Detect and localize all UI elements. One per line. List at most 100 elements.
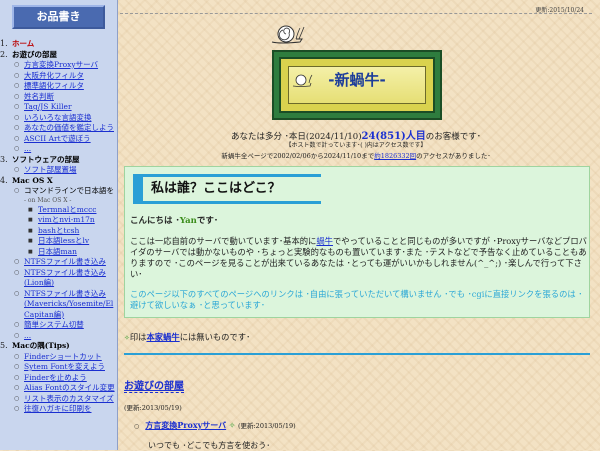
intro-title: 私は誰？ここはどこ？ bbox=[133, 177, 321, 201]
honke-link[interactable]: 本家蝸牛 bbox=[146, 332, 179, 342]
link-policy-note: このページ以下のすべてのページへのリンクは ･自由に張っていただいて構いません … bbox=[130, 289, 583, 310]
greeting: こんにちは ･Yanです･ bbox=[130, 214, 218, 226]
section-updated: (更新:2013/05/19) bbox=[124, 404, 182, 412]
sidebar-item-link[interactable]: NTFSファイル書き込み(Mavericks/Yosemite/El Capit… bbox=[24, 289, 113, 319]
sidebar-item-link[interactable]: Sytem Fontを変えよう bbox=[24, 362, 105, 371]
sidebar-item: Sytem Fontを変えよう bbox=[12, 362, 117, 373]
sidebar-item: NTFSファイル書き込み(Lion編) bbox=[12, 268, 117, 289]
sidebar-item: リスト表示のカスタマイズ bbox=[12, 394, 117, 405]
new-mark-note: ✧印は本家蝸牛には無いものです･ bbox=[124, 331, 250, 343]
sidebar-item: Tag/JS Killer bbox=[12, 102, 117, 113]
sidebar-item-link[interactable]: 標準語化フィルタ bbox=[24, 81, 84, 90]
sidebar-item: NTFSファイル書き込み(Mavericks/Yosemite/El Capit… bbox=[12, 289, 117, 321]
sidebar-item-link[interactable]: いろいろな言語変換 bbox=[24, 113, 92, 122]
section-number: 3. bbox=[0, 154, 8, 164]
sidebar-subitem: 日本語lessとlv bbox=[24, 236, 117, 247]
sidebar-item-note: - on Mac OS X - bbox=[24, 196, 72, 204]
greeting-prefix: こんにちは ･ bbox=[130, 216, 180, 226]
total-suffix: のアクセスがありました･ bbox=[416, 152, 491, 160]
sidebar-item-link[interactable]: 簡単システム切替 bbox=[24, 320, 84, 329]
banner-snail-icon bbox=[292, 70, 314, 96]
sidebar-subitem-link[interactable]: Termnalとmccc bbox=[38, 205, 96, 214]
katatsumuri-link[interactable]: 蝸牛 bbox=[316, 236, 333, 246]
visitor-note: 【ホスト数で計っています･( )内はアクセス数です】 bbox=[285, 142, 427, 149]
sidebar-item-link[interactable]: ASCII Artで遊ぼう bbox=[24, 134, 91, 143]
sidebar-section-link[interactable]: Mac OS X bbox=[12, 176, 53, 185]
main-content: 更新:2015/10/24 -新蝸牛- あなたは多分 ･本日(2024/11/1… bbox=[120, 0, 600, 450]
sidebar-section-link[interactable]: ソフトウェアの部屋 bbox=[12, 155, 80, 164]
sidebar-item: 方言変換Proxyサーバ bbox=[12, 60, 117, 71]
sidebar-item: ... bbox=[12, 331, 117, 342]
sidebar-section: 1. ホーム bbox=[0, 39, 117, 50]
section-title-oasobi[interactable]: お遊びの部屋 bbox=[124, 377, 184, 393]
sidebar-item: 大阪弁化フィルタ bbox=[12, 71, 117, 82]
sidebar-item-link[interactable]: ... bbox=[24, 331, 31, 340]
entry-updated: (更新:2013/05/19) bbox=[237, 422, 296, 430]
banner-title: -新蝸牛- bbox=[288, 66, 426, 104]
sidebar-item: ASCII Artで遊ぼう bbox=[12, 134, 117, 145]
intro-box: 私は誰？ここはどこ？ こんにちは ･Yanです･ ここは一応自前のサーバで動いて… bbox=[124, 166, 590, 318]
sidebar-item: ソフト部屋置場 bbox=[12, 165, 117, 176]
total-count: 約1826332回 bbox=[374, 152, 417, 160]
entry-item: ○ 方言変換Proxyサーバ ✧ (更新:2013/05/19) bbox=[134, 420, 296, 431]
sidebar-item-link[interactable]: Alias Fontのスタイル変更 bbox=[24, 383, 115, 392]
mark-prefix: 印は bbox=[129, 332, 147, 342]
mark-suffix: には無いものです･ bbox=[179, 332, 251, 342]
site-banner: -新蝸牛- bbox=[272, 50, 442, 120]
sidebar-item-link[interactable]: Tag/JS Killer bbox=[24, 102, 72, 111]
sidebar-item-link[interactable]: Finderを止めよう bbox=[24, 373, 87, 382]
sidebar-subitem: Termnalとmccc bbox=[24, 205, 117, 216]
sidebar-subitem-link[interactable]: bashとtcsh bbox=[38, 226, 79, 235]
sidebar-item-link[interactable]: NTFSファイル書き込み(Lion編) bbox=[24, 268, 106, 288]
sidebar-subitem-link[interactable]: 日本語man bbox=[38, 247, 77, 256]
snail-icon bbox=[270, 22, 306, 48]
sidebar-title: お品書き bbox=[12, 5, 105, 29]
sidebar-item: Finderショートカット bbox=[12, 352, 117, 363]
sidebar-item: Finderを止めよう bbox=[12, 373, 117, 384]
intro-title-bar: 私は誰？ここはどこ？ bbox=[133, 174, 321, 204]
sidebar-item: いろいろな言語変換 bbox=[12, 113, 117, 124]
entry-link[interactable]: 方言変換Proxyサーバ bbox=[145, 420, 226, 430]
sidebar-item-link[interactable]: Finderショートカット bbox=[24, 352, 102, 361]
sidebar-item-link[interactable]: あなたの価値を鑑定しよう bbox=[24, 123, 114, 132]
sidebar-item: 往復ハガキに印刷を bbox=[12, 404, 117, 415]
sidebar-item-link[interactable]: 姓名判断 bbox=[24, 92, 54, 101]
sidebar-item-link[interactable]: 大阪弁化フィルタ bbox=[24, 71, 84, 80]
divider bbox=[120, 13, 592, 14]
sidebar-item: ... bbox=[12, 144, 117, 155]
sidebar-item-link[interactable]: 方言変換Proxyサーバ bbox=[24, 60, 98, 69]
entry-description: いつでも ･どこでも方言を使おう･ bbox=[148, 441, 271, 450]
sidebar-item: Alias Fontのスタイル変更 bbox=[12, 383, 117, 394]
sidebar-section-link[interactable]: お遊びの部屋 bbox=[12, 50, 57, 59]
sidebar-section: 5. Macの隅(Tips) FinderショートカットSytem Fontを変えよ… bbox=[0, 341, 117, 415]
total-prefix: 新蝸牛全ページで2002/02/06から2024/11/10まで bbox=[221, 152, 375, 160]
sidebar-item-link[interactable]: 往復ハガキに印刷を bbox=[24, 404, 92, 413]
intro-text-1: ここは一応自前のサーバで動いています･基本的に bbox=[130, 236, 317, 246]
sidebar-subitem: vimとnvi-m17n bbox=[24, 215, 117, 226]
sidebar-subitem: 日本語man bbox=[24, 247, 117, 258]
sidebar-item-link[interactable]: NTFSファイル書き込み bbox=[24, 257, 106, 266]
sidebar-section-link[interactable]: Macの隅(Tips) bbox=[12, 341, 70, 350]
sidebar-nav: 1. ホーム 2. お遊びの部屋方言変換Proxyサーバ大阪弁化フィルタ標準語化フィル… bbox=[0, 39, 117, 415]
sidebar-subitem-link[interactable]: vimとnvi-m17n bbox=[38, 215, 95, 224]
section-number: 2. bbox=[0, 49, 8, 59]
sidebar-item-link[interactable]: ソフト部屋置場 bbox=[24, 165, 77, 174]
sidebar-section: 4. Mac OS Xコマンドラインで日本語を- on Mac OS X -Ter… bbox=[0, 176, 117, 342]
sidebar-item: NTFSファイル書き込み bbox=[12, 257, 117, 268]
sidebar-subitem-link[interactable]: 日本語lessとlv bbox=[38, 236, 89, 245]
section-number: 1. bbox=[0, 39, 8, 48]
sidebar-item-link[interactable]: リスト表示のカスタマイズ bbox=[24, 394, 114, 403]
sidebar-item-link[interactable]: ... bbox=[24, 144, 31, 153]
sidebar-item-link[interactable]: コマンドラインで日本語を bbox=[24, 186, 114, 195]
divider bbox=[124, 353, 590, 355]
greeting-suffix: です･ bbox=[196, 216, 219, 226]
sidebar-subitem: bashとtcsh bbox=[24, 226, 117, 237]
section-number: 4. bbox=[0, 175, 8, 185]
banner-text: -新蝸牛- bbox=[328, 71, 386, 89]
sidebar-item: 姓名判断 bbox=[12, 92, 117, 103]
section-number: 5. bbox=[0, 341, 8, 350]
total-access: 新蝸牛全ページで2002/02/06から2024/11/10まで約1826332… bbox=[120, 150, 592, 160]
sidebar-section-link[interactable]: ホーム bbox=[12, 39, 34, 48]
intro-text: ここは一応自前のサーバで動いています･基本的に蝸牛でやっていることと同じものが多… bbox=[130, 236, 588, 280]
sidebar-section: 3. ソフトウェアの部屋ソフト部屋置場 bbox=[0, 155, 117, 176]
